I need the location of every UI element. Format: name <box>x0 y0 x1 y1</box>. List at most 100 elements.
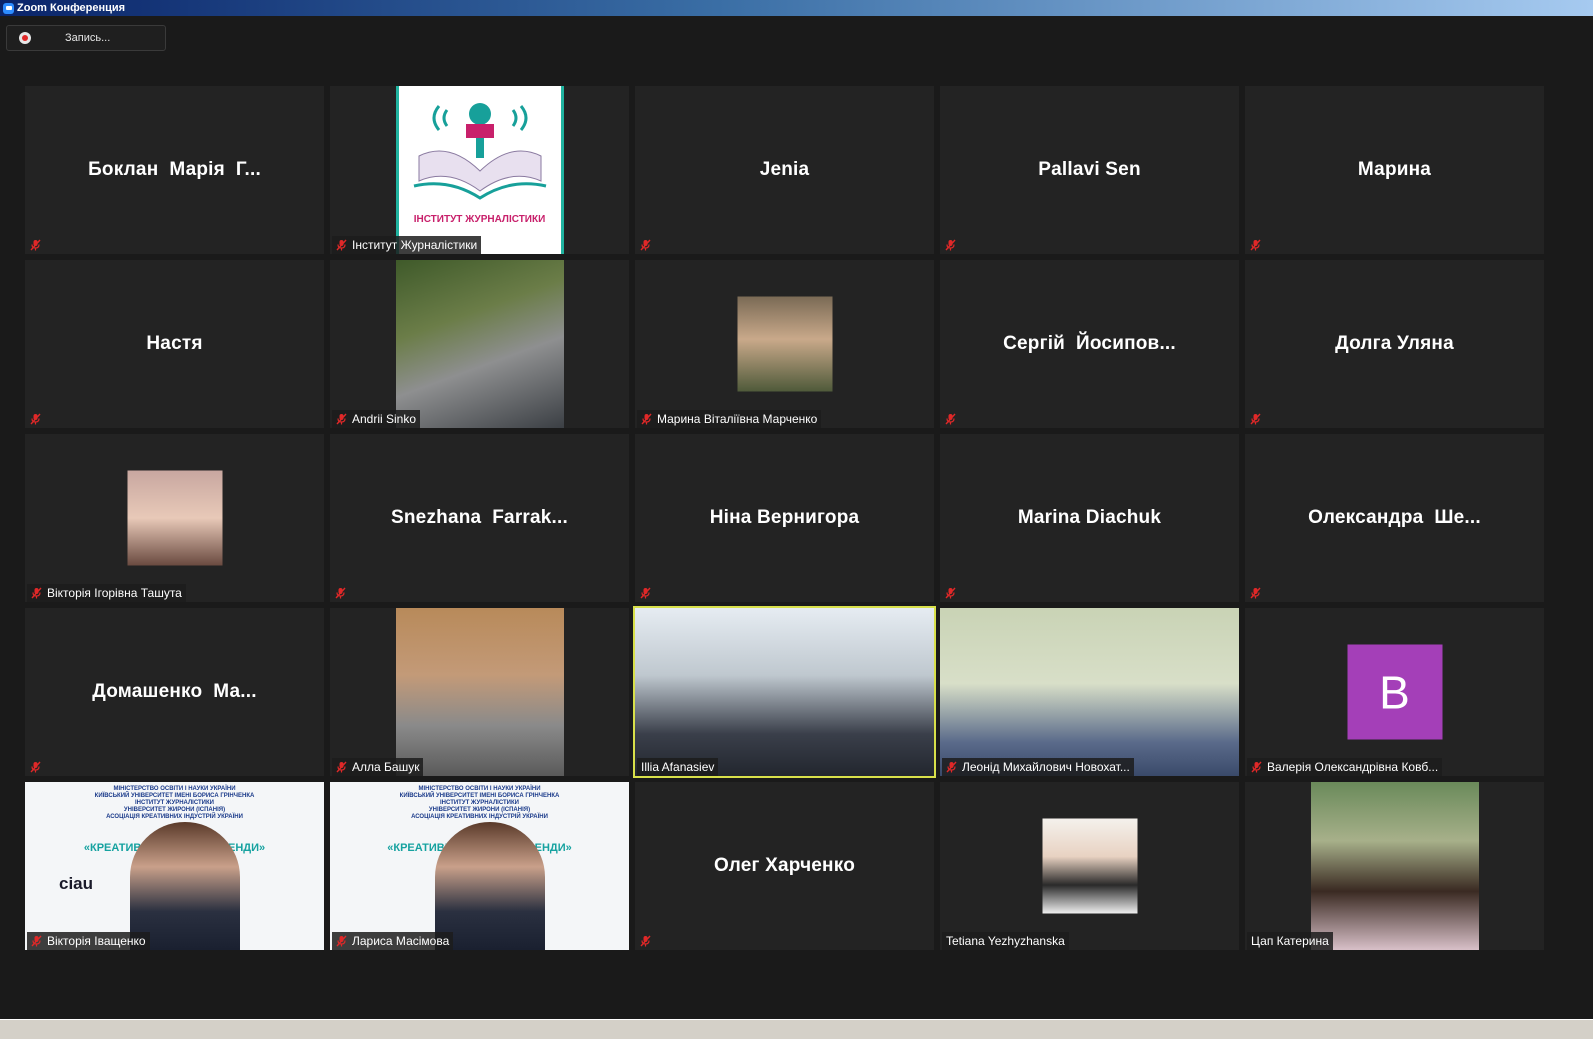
mic-muted-icon <box>336 239 347 251</box>
slide-line: МІНІСТЕРСТВО ОСВІТИ І НАУКИ УКРАЇНИ <box>113 786 236 792</box>
participant-name-large: Marina Diachuk <box>1017 507 1162 528</box>
participant-tile[interactable]: Олег Харченко <box>635 782 934 950</box>
participant-name: Лариса Масімова <box>352 934 450 948</box>
participant-tile[interactable]: Вікторія Ігорівна Ташута <box>25 434 324 602</box>
participant-tile[interactable]: Олександра Ше... <box>1245 434 1544 602</box>
participant-name: Марина Віталіївна Марченко <box>657 412 818 426</box>
mic-muted-icon <box>31 935 42 947</box>
participant-tile[interactable]: Цап Катерина <box>1245 782 1544 950</box>
ciau-logo: ciau <box>59 874 94 893</box>
participant-tile[interactable]: Ніна Вернигора <box>635 434 934 602</box>
slide-line: КИЇВСЬКИЙ УНІВЕРСИТЕТ ІМЕНІ БОРИСА ГРІНЧ… <box>94 793 255 799</box>
mic-muted-icon <box>640 935 651 947</box>
slide-line: АСОЦІАЦІЯ КРЕАТИВНИХ ІНДУСТРІЙ УКРАЇНИ <box>411 814 548 820</box>
participant-name-tag: Illia Afanasiev <box>637 758 719 776</box>
slide-line: МІНІСТЕРСТВО ОСВІТИ І НАУКИ УКРАЇНИ <box>418 786 541 792</box>
participant-name-tag: Валерія Олександрівна Ковб... <box>1247 758 1443 776</box>
participant-video <box>940 608 1239 776</box>
participant-tile[interactable]: Сергій Йосипов... <box>940 260 1239 428</box>
participant-name-large: Олександра Ше... <box>1308 507 1481 528</box>
participant-name-large: Pallavi Sen <box>1038 159 1141 180</box>
mic-muted-icon <box>641 413 652 425</box>
window-title: Zoom Конференция <box>17 2 126 14</box>
participant-name-tag: Алла Башук <box>332 758 424 776</box>
institute-logo: ІНСТИТУТ ЖУРНАЛІСТИКИ <box>395 86 564 254</box>
slide-line: УНІВЕРСИТЕТ ЖИРОНИ (ІСПАНІЯ) <box>428 807 531 813</box>
participant-name-tag: Лариса Масімова <box>332 932 454 950</box>
participant-tile[interactable]: Марина <box>1245 86 1544 254</box>
participant-tile[interactable]: Tetiana Yezhyzhanska <box>940 782 1239 950</box>
participant-tile[interactable]: Марина Віталіївна Марченко <box>635 260 934 428</box>
slide-line: ІНСТИТУТ ЖУРНАЛІСТИКИ <box>440 800 519 806</box>
record-button[interactable]: Запись... <box>6 25 166 51</box>
participant-tile[interactable]: Долга Уляна <box>1245 260 1544 428</box>
mic-muted-icon <box>1251 761 1262 773</box>
zoom-app-icon <box>3 2 14 14</box>
participant-tile[interactable]: МІНІСТЕРСТВО ОСВІТИ І НАУКИ УКРАЇНИ КИЇВС… <box>25 782 324 950</box>
participant-tile[interactable]: B Валерія Олександрівна Ковб... <box>1245 608 1544 776</box>
mic-muted-icon <box>336 413 347 425</box>
participant-name-large: Домашенко Ма... <box>92 681 257 702</box>
participant-name-large: Боклан Марія Г... <box>88 159 261 180</box>
participant-name-tag: Andrii Sinko <box>332 410 421 428</box>
mic-muted-icon <box>1250 239 1261 251</box>
participant-name: Illia Afanasiev <box>641 760 715 774</box>
gallery-grid: Боклан Марія Г... ІНСТИТУТ ЖУРНАЛІСТИКИ Ін… <box>25 86 1544 950</box>
participant-name-large: Марина <box>1357 159 1432 180</box>
mic-muted-icon <box>945 239 956 251</box>
participant-name-tag: Марина Віталіївна Марченко <box>637 410 822 428</box>
participant-photo <box>1042 818 1137 914</box>
participant-tile[interactable]: Andrii Sinko <box>330 260 629 428</box>
mic-muted-icon <box>30 413 41 425</box>
mic-muted-icon <box>30 761 41 773</box>
presenter-video <box>130 822 240 950</box>
participant-tile[interactable]: Pallavi Sen <box>940 86 1239 254</box>
record-icon <box>19 32 31 44</box>
participant-tile[interactable]: Illia Afanasiev <box>633 606 936 778</box>
participant-video <box>635 608 934 776</box>
participant-tile[interactable]: Jenia <box>635 86 934 254</box>
participant-photo <box>737 296 832 392</box>
participant-tile[interactable]: Алла Башук <box>330 608 629 776</box>
participant-photo <box>1310 782 1479 950</box>
participant-tile[interactable]: Боклан Марія Г... <box>25 86 324 254</box>
participant-name-large: Jenia <box>759 159 810 180</box>
mic-muted-icon <box>640 239 651 251</box>
participant-name-large: Сергій Йосипов... <box>1003 333 1176 354</box>
participant-name-tag: Леонід Михайлович Новохат... <box>942 758 1134 776</box>
participant-name-large: Олег Харченко <box>713 855 856 876</box>
participant-name: Леонід Михайлович Новохат... <box>962 760 1130 774</box>
participant-name-tag: Інститут Журналістики <box>332 236 482 254</box>
slide-line: ІНСТИТУТ ЖУРНАЛІСТИКИ <box>135 800 214 806</box>
participant-tile[interactable]: Marina Diachuk <box>940 434 1239 602</box>
participant-tile[interactable]: Домашенко Ма... <box>25 608 324 776</box>
microphone-book-icon <box>413 103 546 200</box>
slide-line: КИЇВСЬКИЙ УНІВЕРСИТЕТ ІМЕНІ БОРИСА ГРІНЧ… <box>399 793 560 799</box>
mic-muted-icon <box>335 587 346 599</box>
participant-name-tag: Цап Катерина <box>1247 932 1333 950</box>
participant-photo <box>395 260 564 428</box>
participant-tile[interactable]: Леонід Михайлович Новохат... <box>940 608 1239 776</box>
participant-name: Цап Катерина <box>1251 934 1329 948</box>
participant-name: Andrii Sinko <box>352 412 417 426</box>
participant-name: Вікторія Іващенко <box>47 934 146 948</box>
participant-tile[interactable]: Snezhana Farrak... <box>330 434 629 602</box>
participant-name-large: Долга Уляна <box>1335 333 1454 354</box>
shared-slide: МІНІСТЕРСТВО ОСВІТИ І НАУКИ УКРАЇНИ КИЇВС… <box>25 782 324 950</box>
window-titlebar: Zoom Конференция <box>0 0 1593 16</box>
participant-tile[interactable]: МІНІСТЕРСТВО ОСВІТИ І НАУКИ УКРАЇНИ КИЇВС… <box>330 782 629 950</box>
participant-tile[interactable]: Настя <box>25 260 324 428</box>
mic-muted-icon <box>945 413 956 425</box>
slide-line: УНІВЕРСИТЕТ ЖИРОНИ (ІСПАНІЯ) <box>123 807 226 813</box>
bottom-border <box>0 1019 1593 1039</box>
participant-name-large: Ніна Вернигора <box>709 507 860 528</box>
mic-muted-icon <box>945 587 956 599</box>
mic-muted-icon <box>1250 413 1261 425</box>
participant-name: Вікторія Ігорівна Ташута <box>47 586 182 600</box>
mic-muted-icon <box>640 587 651 599</box>
participant-name: Інститут Журналістики <box>352 238 478 252</box>
participant-tile[interactable]: ІНСТИТУТ ЖУРНАЛІСТИКИ Інститут Журналісти… <box>330 86 629 254</box>
presenter-video <box>435 822 545 950</box>
participant-photo <box>395 608 564 776</box>
avatar: B <box>1347 644 1442 740</box>
